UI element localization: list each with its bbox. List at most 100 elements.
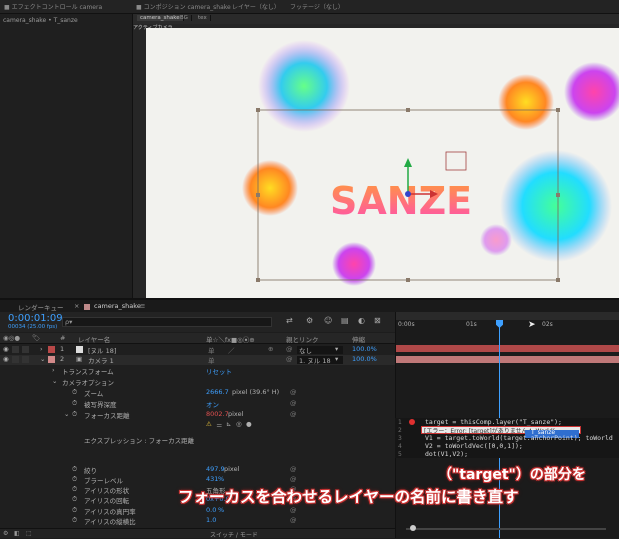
layer-switches-icon[interactable]: ⚙ — [3, 530, 8, 537]
transform-reset-link[interactable]: リセット — [206, 366, 232, 376]
chevron-down-icon[interactable]: ▾ — [335, 345, 338, 353]
layer-row[interactable]: ◉ ⌄ 2 ▣ カメラ 1 单 @ 1. ヌル 18 ▾ 100.0% — [0, 355, 395, 365]
modes-icon[interactable]: ◧ — [14, 530, 20, 537]
parent-select[interactable]: なし — [299, 345, 312, 355]
menu-icon[interactable]: ● — [246, 420, 252, 428]
camera-target-box[interactable] — [445, 151, 467, 171]
stopwatch-icon[interactable]: ⏱ — [72, 485, 77, 494]
focus-value[interactable]: 8002.7 — [206, 410, 229, 418]
graph-editor-icon[interactable]: ⊠ — [374, 316, 381, 325]
solo-toggle[interactable] — [12, 356, 19, 363]
shy-switch-icon[interactable]: 单 — [208, 355, 215, 365]
iris-roundness-value[interactable]: 0.0 — [206, 506, 216, 514]
render-queue-tab[interactable]: レンダーキュー — [18, 302, 64, 312]
layer-search-input[interactable]: ρ▾ — [62, 317, 272, 327]
stopwatch-icon[interactable]: ⏱ — [72, 495, 77, 504]
lock-toggle[interactable] — [22, 346, 29, 353]
collapse-icon[interactable]: ⌄ — [40, 355, 45, 363]
code-line[interactable]: dot(V1,V2); — [425, 450, 468, 458]
close-tab-icon[interactable]: × — [74, 302, 79, 310]
aperture-value[interactable]: 497.9 — [206, 465, 225, 473]
layer-name[interactable]: カメラ 1 — [88, 355, 114, 365]
layer-tab[interactable]: レイヤー（なし） — [232, 2, 280, 11]
zoom-unit: pixel (39.6° H) — [232, 388, 280, 396]
camera-options-row[interactable]: ⌄ カメラオプション — [0, 377, 395, 387]
error-icon[interactable] — [409, 419, 415, 425]
layer-row[interactable]: ◉ › 1 [ヌル 18] 单 ／ ⊕ @ なし ▾ 100.0% — [0, 345, 395, 355]
pickwhip-icon[interactable]: @ — [290, 465, 297, 473]
layer-name-header[interactable]: レイヤー名 — [78, 334, 110, 344]
stopwatch-icon[interactable]: ⏱ — [72, 475, 77, 484]
code-line[interactable]: target = thisComp.layer("T_sanze"); — [425, 418, 562, 426]
collapse-switch-icon[interactable]: ／ — [228, 345, 235, 355]
frame-blend-icon[interactable]: ▤ — [341, 316, 349, 325]
blur-value[interactable]: 431 — [206, 475, 218, 483]
pickwhip-icon[interactable]: @ — [286, 355, 293, 363]
effect-controls-tab[interactable]: ■ エフェクトコントロール camera — [4, 2, 102, 11]
iris-aspect-value[interactable]: 1.0 — [206, 516, 216, 524]
expand-icon[interactable]: › — [40, 345, 43, 353]
stopwatch-icon[interactable]: ⏱ — [72, 399, 77, 408]
shy-switch-icon[interactable]: 单 — [208, 345, 215, 355]
pickwhip-icon[interactable]: @ — [286, 345, 293, 353]
playhead-handle[interactable] — [496, 320, 503, 328]
stopwatch-icon[interactable]: ⏱ — [72, 410, 77, 419]
pickwhip-icon[interactable]: @ — [290, 516, 297, 524]
comp-mini-flowchart-icon[interactable]: ⇄ — [286, 316, 293, 325]
lock-toggle[interactable] — [22, 356, 29, 363]
expression-toggle-icon[interactable]: ＝ — [216, 420, 223, 430]
transform-row[interactable]: › トランスフォーム リセット — [0, 366, 395, 376]
line-number: 3 — [398, 435, 402, 442]
stretch-value[interactable]: 100.0% — [352, 345, 377, 353]
pickwhip-icon[interactable]: @ — [290, 475, 297, 483]
viewer-tab-bg[interactable]: BG — [177, 15, 192, 21]
collapse-icon[interactable]: ⌄ — [52, 377, 57, 385]
shy-icon[interactable]: ☺ — [324, 316, 332, 325]
composition-canvas[interactable]: SANZE — [146, 28, 619, 298]
zoom-slider[interactable] — [406, 528, 606, 530]
graph-icon[interactable]: ⊾ — [226, 420, 231, 428]
code-line[interactable]: V1 = target.toWorld(target.anchorPoint);… — [425, 434, 613, 442]
layer-name[interactable]: [ヌル 18] — [88, 345, 116, 355]
collapse-icon[interactable]: ⌄ — [64, 410, 69, 418]
pickwhip-icon[interactable]: @ — [290, 410, 297, 418]
layer-bar-2[interactable] — [396, 356, 619, 363]
warning-icon[interactable]: ⚠ — [206, 420, 212, 428]
parent-select[interactable]: 1. ヌル 18 — [299, 355, 331, 365]
pickwhip-icon[interactable]: @ — [290, 399, 297, 407]
label-color[interactable] — [48, 356, 55, 363]
zoom-value[interactable]: 2666.7 — [206, 388, 229, 396]
footage-tab[interactable]: フッテージ（なし） — [290, 2, 344, 11]
pickwhip-icon[interactable]: ◎ — [236, 420, 242, 428]
timeline-tab-camera-shake[interactable]: camera_shake — [94, 302, 141, 310]
stopwatch-icon[interactable]: ⏱ — [72, 516, 77, 525]
stretch-value[interactable]: 100.0% — [352, 355, 377, 363]
code-line[interactable]: V2 = toWorldVec([0,0,1]); — [425, 442, 523, 450]
dof-value[interactable]: オン — [206, 399, 219, 409]
expression-editor[interactable]: 1 target = thisComp.layer("T_sanze"); [エ… — [395, 418, 619, 458]
iris-roundness-label: アイリスの真円率 — [84, 508, 136, 516]
eye-icon[interactable]: ◉ — [3, 345, 9, 353]
pickwhip-icon[interactable]: @ — [290, 388, 297, 396]
motion-blur-icon[interactable]: ◐ — [358, 316, 365, 325]
stopwatch-icon[interactable]: ⏱ — [72, 388, 77, 397]
chevron-down-icon[interactable]: ▾ — [335, 355, 338, 363]
pickwhip-icon[interactable]: @ — [290, 506, 297, 514]
draft-3d-icon[interactable]: ⚙ — [306, 316, 313, 325]
anchor-point-icon[interactable] — [405, 191, 411, 197]
stopwatch-icon[interactable]: ⏱ — [72, 506, 77, 515]
label-color[interactable] — [48, 346, 55, 353]
stopwatch-icon[interactable]: ⏱ — [72, 465, 77, 474]
work-area-bar[interactable] — [396, 312, 619, 320]
zoom-slider-handle[interactable] — [410, 525, 416, 531]
viewer-tab-tex[interactable]: tex — [195, 15, 211, 21]
3d-switch-icon[interactable]: ⊕ — [268, 345, 273, 353]
eye-icon[interactable]: ◉ — [3, 355, 9, 363]
timeline-menu-icon[interactable]: ≡ — [140, 302, 145, 310]
solo-toggle[interactable] — [12, 346, 19, 353]
stretch-icon[interactable]: ⬚ — [26, 530, 32, 537]
composition-tab[interactable]: ■ コンポジション camera_shake — [136, 2, 231, 11]
layer-bar-1[interactable] — [396, 345, 619, 352]
current-timecode[interactable]: 0:00:01:09 — [8, 313, 63, 324]
expand-icon[interactable]: › — [52, 366, 55, 374]
